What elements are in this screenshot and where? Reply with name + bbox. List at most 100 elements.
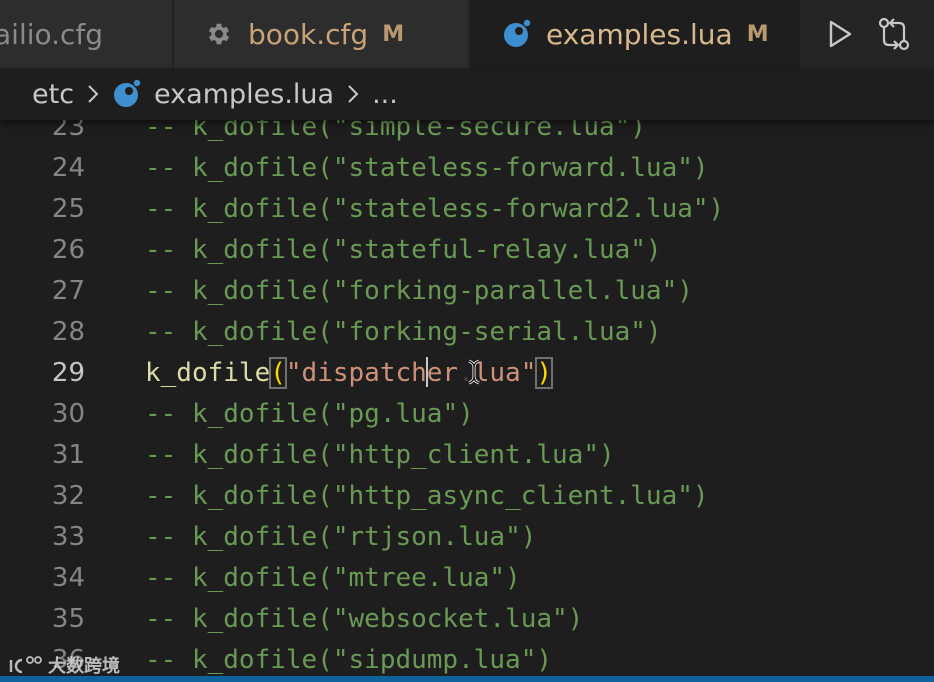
comment-prefix: --	[145, 604, 192, 634]
chevron-right-icon	[346, 83, 360, 105]
string-part: lua	[473, 358, 521, 388]
code-text: -- k_dofile("forking-parallel.lua")	[145, 276, 693, 306]
function-name: k_dofile	[191, 276, 318, 306]
comment-prefix: --	[145, 399, 192, 429]
string-argument: stateless-forward2.lua	[348, 194, 693, 224]
comment-prefix: --	[145, 481, 192, 511]
tab-examples-lua[interactable]: examples.lua M	[470, 0, 800, 68]
gear-icon	[204, 19, 234, 49]
code-text: -- k_dofile("pg.lua")	[145, 399, 474, 429]
line-number: 26	[51, 235, 85, 265]
function-name: k_dofile	[191, 194, 318, 224]
code-line[interactable]: 32 -- k_dofile("http_async_client.lua")	[0, 476, 934, 517]
breadcrumb: etc examples.lua ...	[0, 68, 934, 120]
comment-prefix: --	[145, 645, 192, 675]
code-text: -- k_dofile("mtree.lua")	[145, 563, 521, 593]
code-line[interactable]: 27 -- k_dofile("forking-parallel.lua")	[0, 271, 934, 312]
lua-icon	[502, 19, 532, 49]
string-argument: pg.lua	[348, 399, 443, 429]
string-argument: stateless-forward.lua	[348, 153, 678, 183]
modified-badge: M	[382, 21, 405, 47]
comment-prefix: --	[145, 317, 192, 347]
code-line[interactable]: 31 -- k_dofile("http_client.lua")	[0, 435, 934, 476]
function-name: k_dofile	[145, 358, 271, 388]
line-number: 35	[51, 604, 85, 634]
function-name: k_dofile	[191, 563, 318, 593]
compare-changes-icon[interactable]	[876, 14, 912, 54]
code-text: -- k_dofile("rtjson.lua")	[145, 522, 537, 552]
code-line[interactable]: 25 -- k_dofile("stateless-forward2.lua")	[0, 189, 934, 230]
function-name: k_dofile	[191, 317, 318, 347]
text-cursor	[425, 356, 428, 387]
breadcrumb-folder[interactable]: etc	[32, 79, 74, 110]
status-bar-edge	[0, 676, 934, 682]
close-paren: )	[535, 357, 554, 389]
code-line[interactable]: 28 -- k_dofile("forking-serial.lua")	[0, 312, 934, 353]
code-line[interactable]: 24 -- k_dofile("stateless-forward.lua")	[0, 148, 934, 189]
comment-prefix: --	[145, 276, 192, 306]
string-part: er	[426, 358, 459, 388]
tab-book-cfg[interactable]: book.cfg M	[174, 0, 468, 68]
function-name: k_dofile	[191, 235, 318, 265]
string-argument: mtree.lua	[348, 563, 490, 593]
code-line[interactable]: 35 -- k_dofile("websocket.lua")	[0, 599, 934, 640]
string-argument: http_client.lua	[348, 440, 584, 470]
string-argument: stateful-relay.lua	[348, 235, 631, 265]
line-number: 25	[51, 194, 85, 224]
line-number: 31	[51, 440, 85, 470]
watermark: 大数跨境	[8, 652, 120, 678]
function-name: k_dofile	[191, 645, 318, 675]
code-text: -- k_dofile("http_async_client.lua")	[145, 481, 709, 511]
code-line[interactable]: 33 -- k_dofile("rtjson.lua")	[0, 517, 934, 558]
code-text: -- k_dofile("stateful-relay.lua")	[145, 235, 662, 265]
code-text: -- k_dofile("stateless-forward2.lua")	[145, 194, 725, 224]
line-number: 32	[51, 481, 85, 511]
tab-bar: ailio.cfg book.cfg M examples.lua M	[0, 0, 934, 68]
code-text: -- k_dofile("http_client.lua")	[145, 440, 615, 470]
comment-prefix: --	[145, 235, 192, 265]
breadcrumb-file[interactable]: examples.lua	[154, 79, 334, 110]
string-part: dispatch	[301, 358, 427, 388]
code-line[interactable]: 29 k_dofile("dispatcher. lua")	[0, 353, 934, 394]
function-name: k_dofile	[191, 440, 318, 470]
string-quote: "	[520, 358, 537, 388]
chevron-right-icon	[86, 83, 100, 105]
comment-prefix: --	[145, 153, 192, 183]
run-icon[interactable]	[822, 14, 858, 54]
code-text: -- k_dofile("websocket.lua")	[145, 604, 584, 634]
string-quote: "	[285, 358, 302, 388]
code-line[interactable]: 34 -- k_dofile("mtree.lua")	[0, 558, 934, 599]
code-text: -- k_dofile("forking-serial.lua")	[145, 317, 662, 347]
code-line[interactable]: 36 -- k_dofile("sipdump.lua")	[0, 640, 934, 681]
lua-icon	[112, 79, 142, 109]
watermark-logo-icon	[9, 656, 42, 674]
editor-actions	[800, 0, 934, 68]
code-text: k_dofile("dispatcher. lua")	[145, 353, 554, 394]
code-editor[interactable]: 23 -- k_dofile("simple-secure.lua") 24 -- k…	[0, 106, 934, 682]
function-name: k_dofile	[191, 604, 318, 634]
code-line[interactable]: 26 -- k_dofile("stateful-relay.lua")	[0, 230, 934, 271]
string-argument: sipdump.lua	[348, 645, 521, 675]
tab-label: ailio.cfg	[0, 17, 104, 51]
code-line[interactable]: 30 -- k_dofile("pg.lua")	[0, 394, 934, 435]
function-name: k_dofile	[191, 399, 318, 429]
tab-label: examples.lua	[546, 17, 733, 51]
comment-prefix: --	[145, 522, 192, 552]
code-text: -- k_dofile("sipdump.lua")	[145, 645, 553, 675]
function-name: k_dofile	[191, 522, 318, 552]
watermark-text: 大数跨境	[48, 656, 120, 677]
string-argument: forking-serial.lua	[348, 317, 631, 347]
tab-mailio-cfg[interactable]: ailio.cfg	[0, 0, 172, 68]
breadcrumb-more[interactable]: ...	[372, 79, 398, 110]
string-argument: http_async_client.lua	[348, 481, 678, 511]
comment-prefix: --	[145, 194, 192, 224]
tab-label: book.cfg	[248, 17, 369, 51]
line-number: 27	[51, 276, 85, 306]
string-argument: websocket.lua	[348, 604, 553, 634]
line-number: 29	[51, 358, 85, 388]
comment-prefix: --	[145, 563, 192, 593]
comment-prefix: --	[145, 440, 192, 470]
open-paren: (	[269, 357, 287, 389]
line-number: 34	[51, 563, 85, 593]
function-name: k_dofile	[191, 481, 318, 511]
